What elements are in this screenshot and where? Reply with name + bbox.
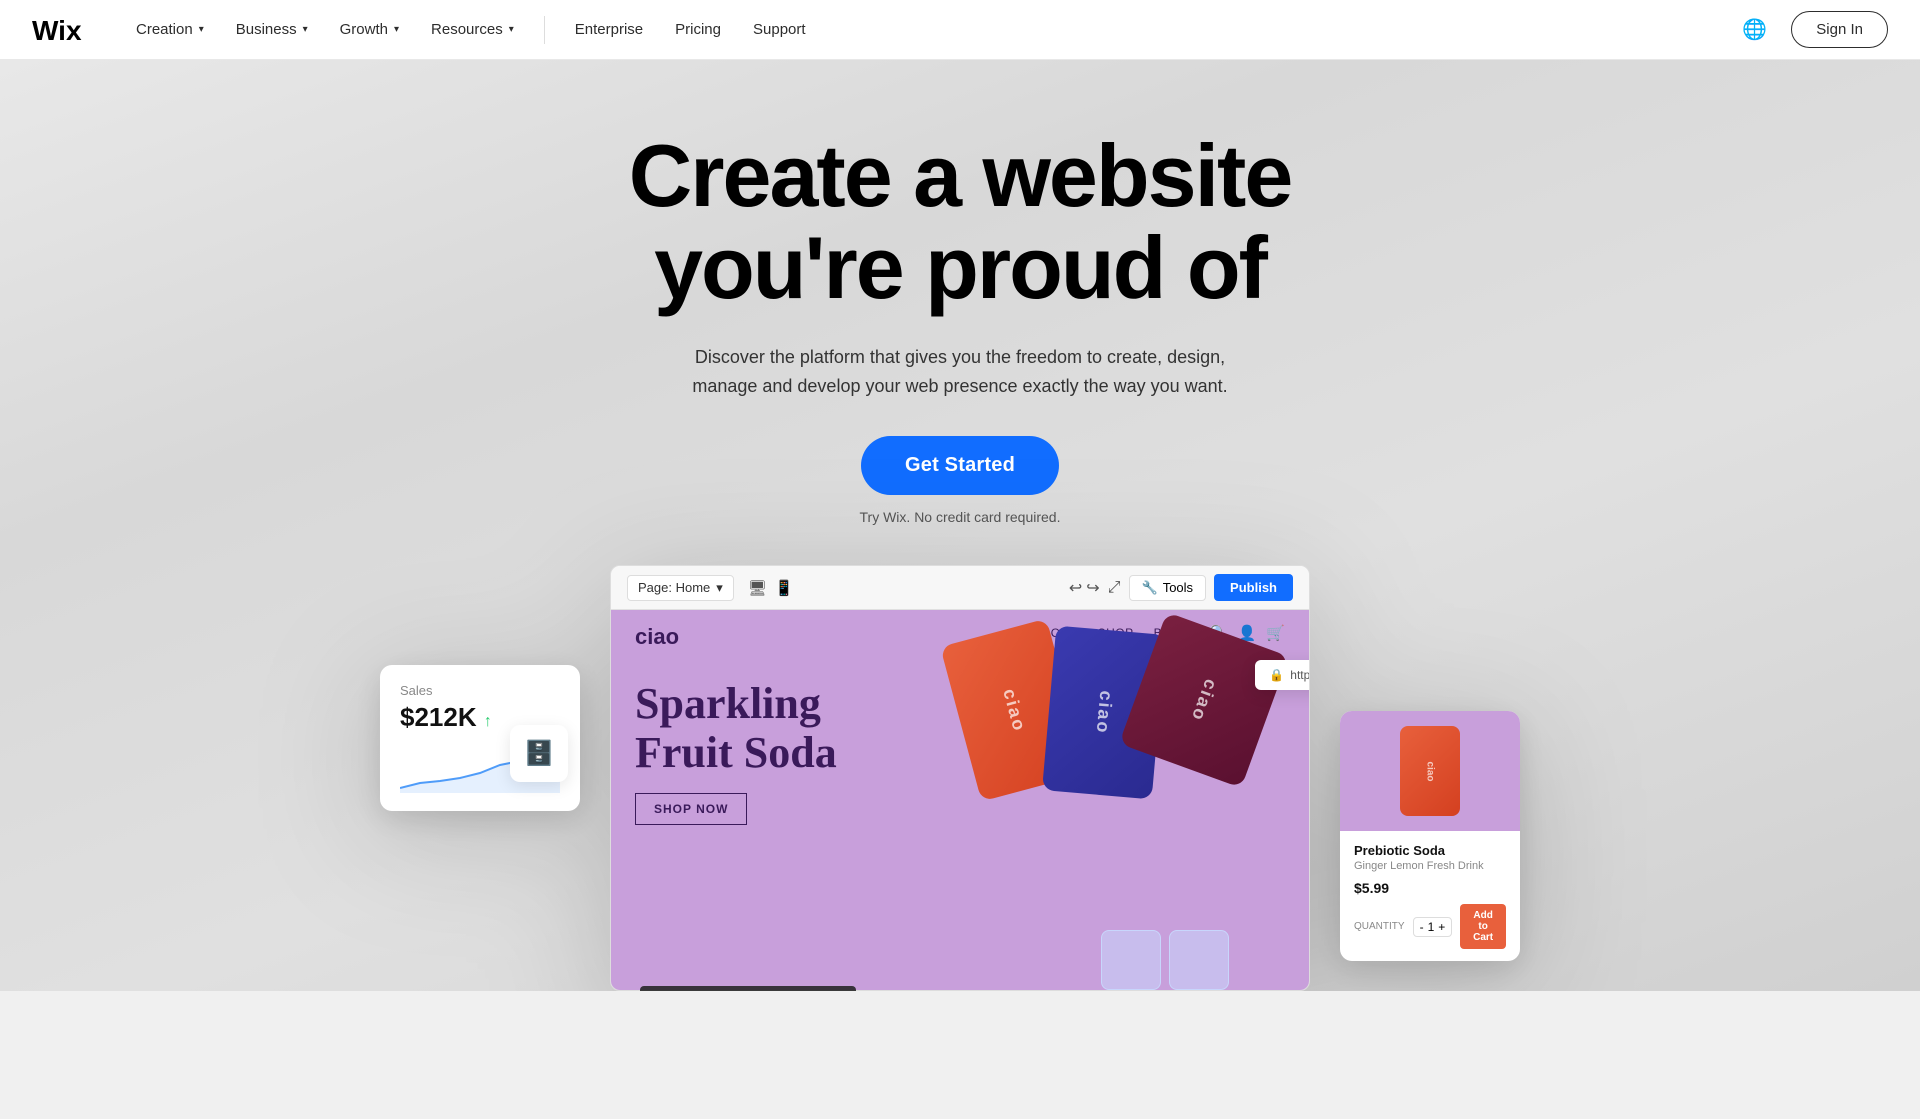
cart-icon[interactable]: 🛒 — [1266, 624, 1285, 642]
hero-subtitle: Discover the platform that gives you the… — [680, 343, 1240, 401]
product-info: Prebiotic Soda Ginger Lemon Fresh Drink … — [1340, 831, 1520, 961]
globe-icon: 🌐 — [1742, 19, 1767, 41]
editor-content: ciao ABOUT SHOP BLOG 🔍 👤 🛒 Sparkling — [611, 610, 1309, 990]
quantity-controls[interactable]: - 1 + — [1413, 917, 1453, 937]
nav-support-label: Support — [753, 21, 806, 38]
resize-button[interactable]: ⤢ — [1108, 579, 1121, 597]
shop-now-label: SHOP NOW — [654, 802, 728, 816]
page-selector[interactable]: Page: Home ▾ — [627, 575, 734, 601]
ice-cube-1 — [1101, 930, 1161, 990]
wix-logo[interactable]: Wix — [32, 15, 90, 45]
product-quantity-row: QUANTITY - 1 + Add to Cart — [1354, 904, 1506, 949]
chevron-down-icon: ▾ — [303, 24, 308, 35]
navbar: Wix Creation ▾ Business ▾ Growth ▾ Resou… — [0, 0, 1920, 60]
product-description: Ginger Lemon Fresh Drink — [1354, 860, 1506, 872]
quantity-minus[interactable]: - — [1420, 920, 1424, 934]
nav-item-business[interactable]: Business ▾ — [222, 13, 322, 46]
mobile-view-icon[interactable]: 📱 — [775, 579, 794, 597]
nav-links: Creation ▾ Business ▾ Growth ▾ Resources… — [122, 13, 1734, 46]
quantity-plus[interactable]: + — [1438, 920, 1445, 934]
quantity-value: 1 — [1428, 920, 1435, 934]
nav-item-creation[interactable]: Creation ▾ — [122, 13, 218, 46]
nav-creation-label: Creation — [136, 21, 193, 38]
site-hero-title: Sparkling Fruit Soda — [635, 680, 837, 777]
chevron-down-icon: ▾ — [394, 24, 399, 35]
get-started-button[interactable]: Get Started — [861, 436, 1059, 495]
nav-item-resources[interactable]: Resources ▾ — [417, 13, 528, 46]
language-button[interactable]: 🌐 — [1734, 9, 1775, 50]
editor-mockup: Sales $212K ↑ 🗄 — [610, 565, 1310, 991]
ice-cubes — [1101, 930, 1229, 990]
nav-business-label: Business — [236, 21, 297, 38]
undo-button[interactable]: ↩ — [1069, 578, 1082, 598]
site-hero-text: Sparkling Fruit Soda SHOP NOW — [635, 680, 837, 825]
cans-image: ciao ciao ciao — [959, 630, 1269, 795]
svg-text:Wix: Wix — [32, 15, 82, 45]
lock-icon: 🔒 — [1269, 668, 1284, 682]
db-widget: 🗄️ — [510, 725, 568, 782]
nav-item-support[interactable]: Support — [739, 13, 820, 46]
chevron-down-icon: ▾ — [716, 580, 723, 596]
nav-resources-label: Resources — [431, 21, 503, 38]
blue-can-label: ciao — [1092, 690, 1117, 736]
tools-button[interactable]: 🔧 Tools — [1129, 575, 1207, 601]
hero-title-line2: you're proud of — [654, 218, 1266, 317]
topbar-controls: ↩ ↪ ⤢ 🔧 Tools Publish — [1069, 574, 1293, 601]
undo-redo: ↩ ↪ — [1069, 578, 1100, 598]
nav-right: 🌐 Sign In — [1734, 9, 1888, 50]
nav-enterprise-label: Enterprise — [575, 21, 643, 38]
database-icon: 🗄️ — [524, 740, 554, 767]
ice-cube-2 — [1169, 930, 1229, 990]
tools-label: Tools — [1163, 580, 1193, 595]
redo-button[interactable]: ↪ — [1086, 578, 1099, 598]
hero-section: Create a website you're proud of Discove… — [0, 60, 1920, 991]
chevron-down-icon: ▾ — [509, 24, 514, 35]
trend-icon: ↑ — [484, 713, 492, 730]
code-hint: ${"#addToCartButton"}.on Clic — [640, 986, 856, 991]
page-selector-label: Page: Home — [638, 580, 710, 595]
desktop-view-icon[interactable]: 🖥 — [748, 579, 767, 597]
sign-in-button[interactable]: Sign In — [1791, 11, 1888, 48]
product-can-label: ciao — [1424, 761, 1435, 781]
publish-button[interactable]: Publish — [1214, 574, 1293, 601]
maroon-can-label: ciao — [1187, 676, 1222, 725]
nav-item-enterprise[interactable]: Enterprise — [561, 13, 657, 46]
nav-item-pricing[interactable]: Pricing — [661, 13, 735, 46]
product-name: Prebiotic Soda — [1354, 843, 1506, 858]
nav-growth-label: Growth — [340, 21, 388, 38]
nav-divider — [544, 16, 545, 44]
shop-now-button[interactable]: SHOP NOW — [635, 793, 747, 825]
product-price: $5.99 — [1354, 880, 1506, 896]
chevron-down-icon: ▾ — [199, 24, 204, 35]
editor-frame: Page: Home ▾ 🖥 📱 ↩ ↪ ⤢ 🔧 Tools — [610, 565, 1310, 991]
publish-label: Publish — [1230, 580, 1277, 595]
quantity-label: QUANTITY — [1354, 921, 1405, 932]
url-text: https://www.ciaodrinks.com — [1290, 668, 1309, 682]
sign-in-label: Sign In — [1816, 21, 1863, 38]
editor-topbar: Page: Home ▾ 🖥 📱 ↩ ↪ ⤢ 🔧 Tools — [611, 566, 1309, 610]
url-bar: 🔒 https://www.ciaodrinks.com — [1255, 660, 1309, 690]
add-to-cart-button[interactable]: Add to Cart — [1460, 904, 1506, 949]
view-icons: 🖥 📱 — [748, 579, 794, 597]
add-to-cart-label: Add to Cart — [1473, 910, 1493, 943]
tools-icon: 🔧 — [1142, 580, 1158, 596]
sales-label: Sales — [400, 683, 560, 698]
get-started-label: Get Started — [905, 454, 1015, 476]
nav-item-growth[interactable]: Growth ▾ — [326, 13, 413, 46]
product-image-area: ciao — [1340, 711, 1520, 831]
product-can-mini: ciao — [1400, 726, 1460, 816]
hero-title: Create a website you're proud of — [629, 130, 1292, 315]
hero-note: Try Wix. No credit card required. — [860, 509, 1061, 525]
hero-title-line1: Create a website — [629, 126, 1292, 225]
nav-pricing-label: Pricing — [675, 21, 721, 38]
product-card: ciao Prebiotic Soda Ginger Lemon Fresh D… — [1340, 711, 1520, 961]
orange-can-label: ciao — [998, 686, 1030, 734]
